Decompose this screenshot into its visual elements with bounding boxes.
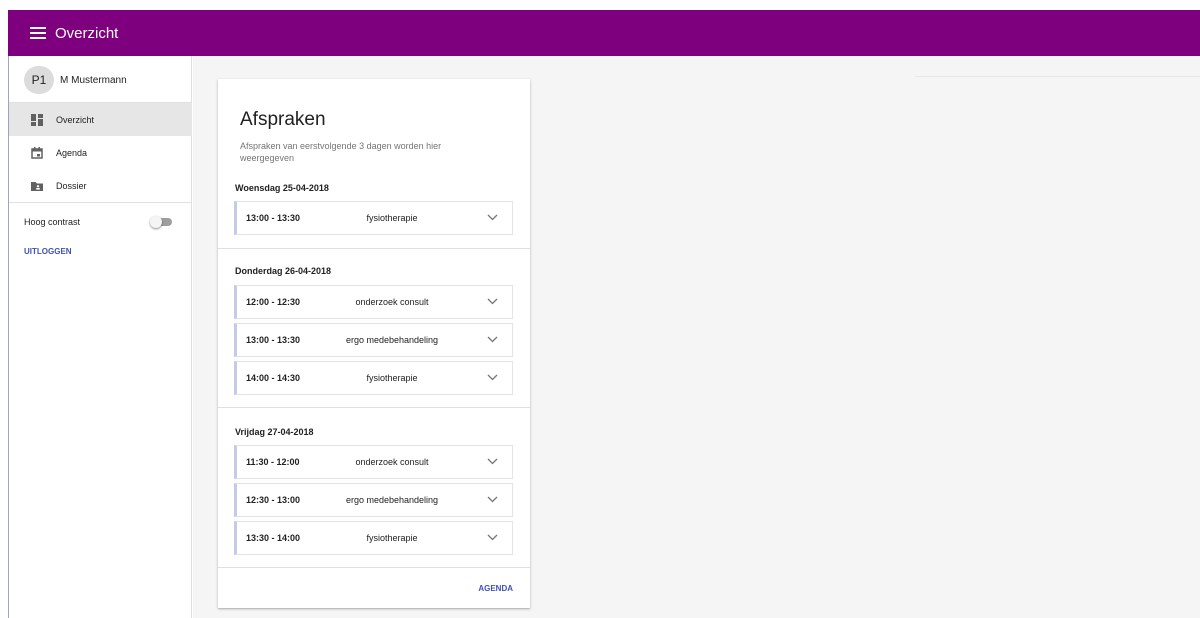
card-title: Afspraken xyxy=(240,109,326,130)
contrast-setting: Hoog contrast xyxy=(24,216,174,228)
appointment-description: fysiotherapie xyxy=(366,373,418,383)
appointment-description: ergo medebehandeling xyxy=(345,335,439,345)
contrast-label: Hoog contrast xyxy=(24,217,81,227)
appointment-item[interactable]: 13:00 - 13:30 fysiotherapie xyxy=(234,201,513,235)
folder-icon xyxy=(31,180,43,192)
content-divider xyxy=(915,76,1200,77)
appointment-item[interactable]: 12:00 - 12:30 onderzoek consult xyxy=(234,285,513,319)
section-divider xyxy=(218,248,530,249)
user-info: P1 M Mustermann xyxy=(24,66,127,94)
appointment-description: ergo medebehandeling xyxy=(345,495,439,505)
menu-icon[interactable] xyxy=(30,27,46,39)
chevron-down-icon[interactable] xyxy=(487,336,498,343)
appointment-description: fysiotherapie xyxy=(366,533,418,543)
calendar-icon xyxy=(31,146,43,159)
chevron-down-icon[interactable] xyxy=(487,534,498,541)
chevron-down-icon[interactable] xyxy=(487,496,498,503)
sidebar-item-label: Agenda xyxy=(56,147,88,158)
sidebar-nav: Overzicht Agenda Dossier xyxy=(9,102,192,202)
sidebar-item-overzicht[interactable]: Overzicht xyxy=(9,103,192,136)
chevron-down-icon[interactable] xyxy=(487,298,498,305)
logout-button[interactable]: UITLOGGEN xyxy=(24,247,72,256)
chevron-down-icon[interactable] xyxy=(487,214,498,221)
appointment-description: fysiotherapie xyxy=(366,213,418,223)
contrast-toggle[interactable] xyxy=(150,216,174,228)
appointment-time: 13:00 - 13:30 xyxy=(246,335,301,345)
appointment-time: 14:00 - 14:30 xyxy=(246,373,301,383)
agenda-button[interactable]: AGENDA xyxy=(478,584,513,593)
day-heading: Donderdag 26-04-2018 xyxy=(235,266,332,276)
appointment-time: 13:30 - 14:00 xyxy=(246,533,301,543)
user-name: M Mustermann xyxy=(60,74,127,86)
appointment-item[interactable]: 12:30 - 13:00 ergo medebehandeling xyxy=(234,483,513,517)
sidebar-item-agenda[interactable]: Agenda xyxy=(9,136,192,169)
day-heading: Woensdag 25-04-2018 xyxy=(235,183,329,193)
appointment-time: 12:30 - 13:00 xyxy=(246,495,301,505)
app-bar: Overzicht xyxy=(8,10,1200,56)
appointment-item[interactable]: 13:00 - 13:30 ergo medebehandeling xyxy=(234,323,513,357)
page-title: Overzicht xyxy=(55,24,119,42)
sidebar-item-dossier[interactable]: Dossier xyxy=(9,169,192,202)
appointment-time: 11:30 - 12:00 xyxy=(246,457,300,467)
sidebar: P1 M Mustermann Overzicht Agenda Dossier… xyxy=(9,56,192,618)
chevron-down-icon[interactable] xyxy=(487,458,498,465)
appointment-description: onderzoek consult xyxy=(355,457,429,467)
appointment-item[interactable]: 13:30 - 14:00 fysiotherapie xyxy=(234,521,513,555)
section-divider xyxy=(218,567,530,568)
avatar: P1 xyxy=(24,66,54,94)
sidebar-divider xyxy=(9,202,192,203)
toggle-thumb xyxy=(150,216,162,228)
appointments-card: Afspraken Afspraken van eerstvolgende 3 … xyxy=(218,79,530,608)
appointment-item[interactable]: 14:00 - 14:30 fysiotherapie xyxy=(234,361,513,395)
section-divider xyxy=(218,407,530,408)
appointment-time: 13:00 - 13:30 xyxy=(246,213,301,223)
appointment-item[interactable]: 11:30 - 12:00 onderzoek consult xyxy=(234,445,513,479)
sidebar-item-label: Dossier xyxy=(56,180,87,191)
dashboard-icon xyxy=(31,113,43,126)
day-heading: Vrijdag 27-04-2018 xyxy=(235,427,314,437)
appointment-description: onderzoek consult xyxy=(355,297,429,307)
sidebar-item-label: Overzicht xyxy=(56,114,95,125)
chevron-down-icon[interactable] xyxy=(487,374,498,381)
appointment-time: 12:00 - 12:30 xyxy=(246,297,301,307)
card-subtitle: Afspraken van eerstvolgende 3 dagen word… xyxy=(240,141,442,163)
